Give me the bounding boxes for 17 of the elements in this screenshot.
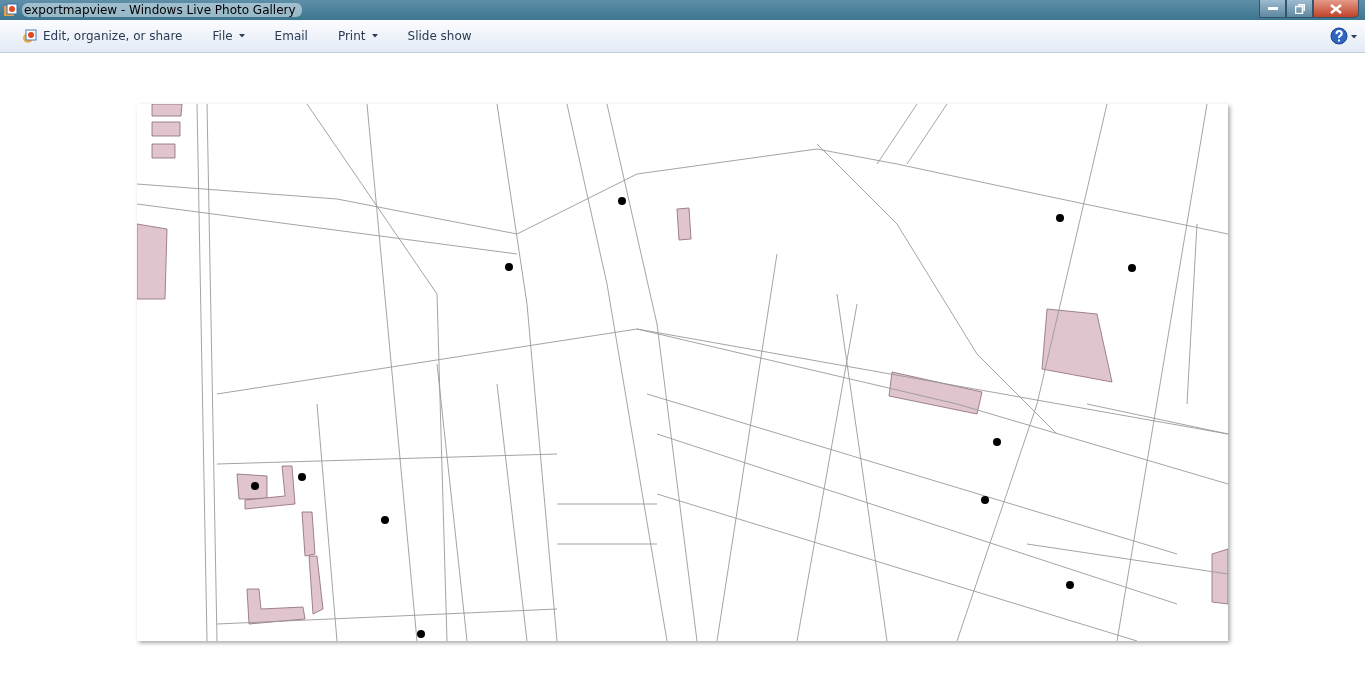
photo-stack-icon bbox=[22, 28, 38, 44]
close-button[interactable] bbox=[1313, 0, 1359, 18]
caret-icon bbox=[371, 34, 378, 38]
close-icon bbox=[1330, 3, 1342, 14]
restore-button[interactable] bbox=[1286, 0, 1313, 18]
minimize-button[interactable] bbox=[1259, 0, 1286, 18]
menu-button[interactable]: File bbox=[197, 25, 260, 47]
edit-menu-button[interactable]: Edit, organize, or share bbox=[18, 24, 198, 48]
window-title: exportmapview - Windows Live Photo Gallery bbox=[22, 3, 302, 17]
menu-button[interactable]: Slide show bbox=[392, 25, 487, 47]
menu-button[interactable]: Email bbox=[259, 25, 323, 47]
menu-button[interactable]: Print bbox=[322, 25, 393, 47]
caret-icon bbox=[238, 34, 245, 38]
photo-stack-icon bbox=[3, 3, 18, 17]
restore-icon bbox=[1294, 3, 1305, 14]
help-icon[interactable] bbox=[1330, 27, 1358, 45]
minimize-icon bbox=[1267, 6, 1278, 11]
